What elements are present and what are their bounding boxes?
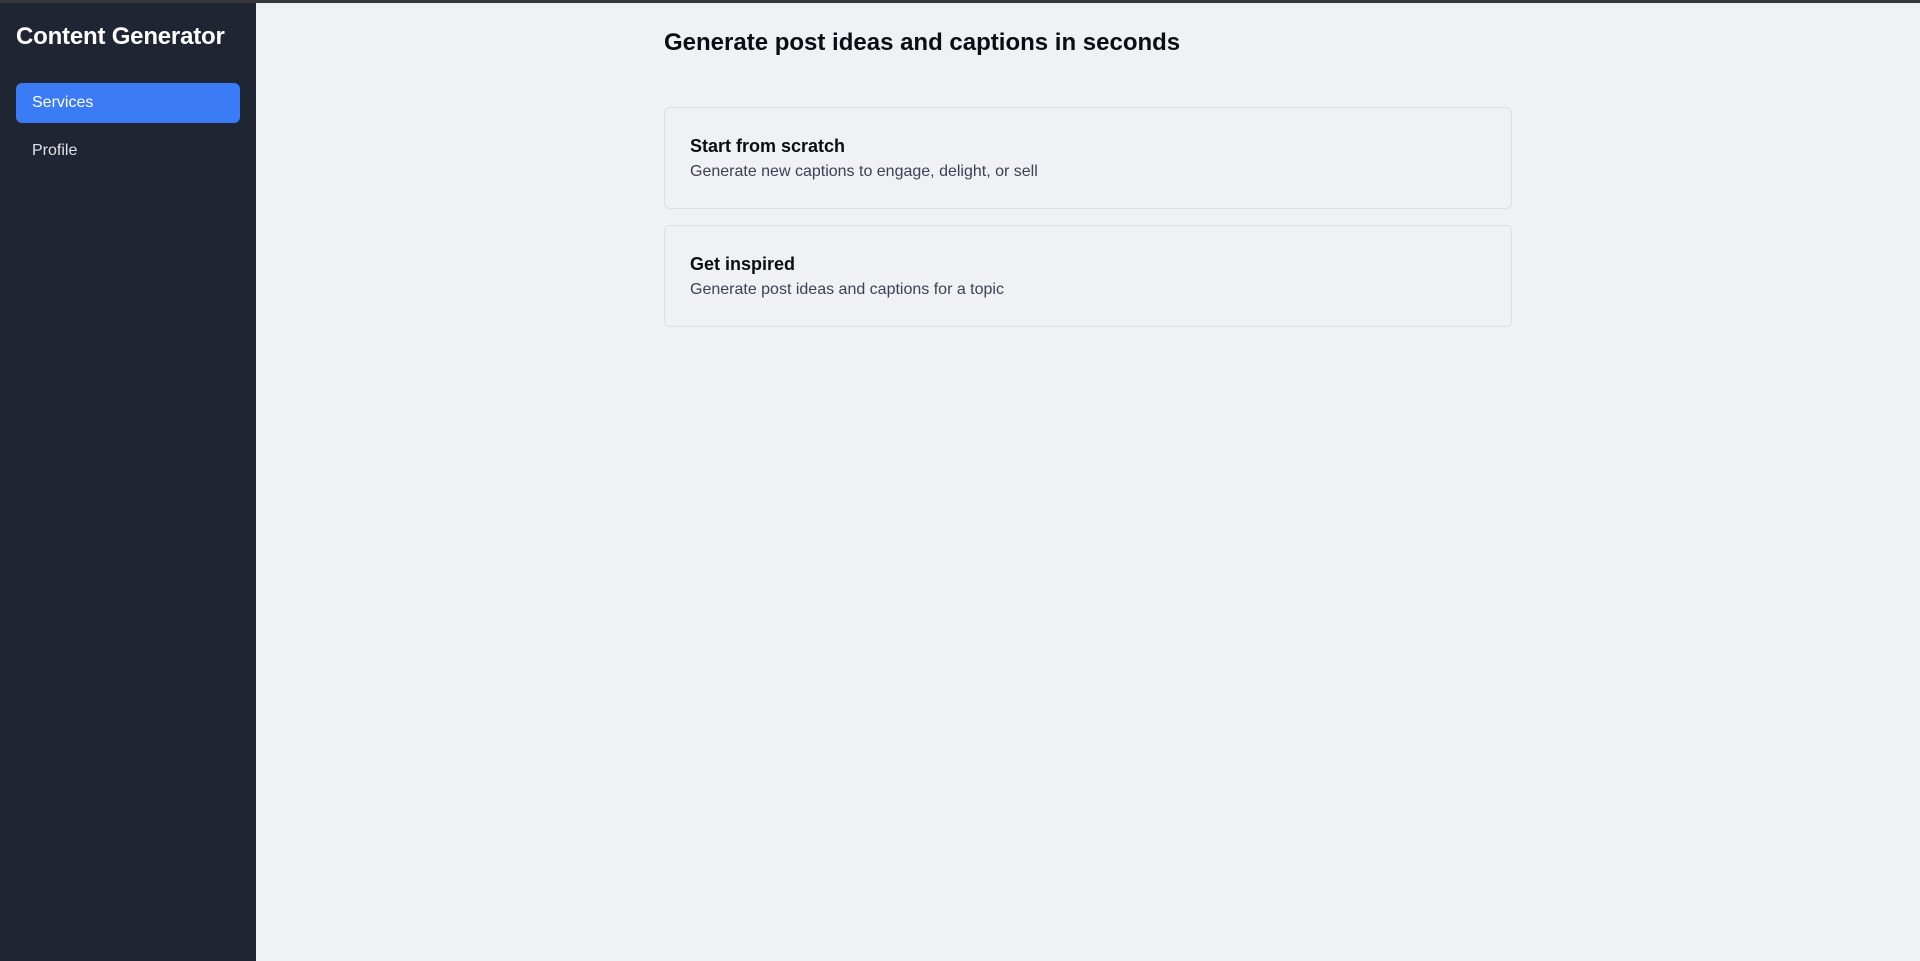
sidebar-nav: Services Profile	[16, 83, 240, 179]
sidebar-item-services[interactable]: Services	[16, 83, 240, 123]
card-get-inspired[interactable]: Get inspired Generate post ideas and cap…	[664, 225, 1512, 327]
sidebar-item-profile[interactable]: Profile	[16, 131, 240, 171]
main-content: Generate post ideas and captions in seco…	[256, 3, 1920, 961]
card-title: Start from scratch	[690, 136, 846, 156]
card-title: Get inspired	[690, 254, 796, 274]
card-start-from-scratch[interactable]: Start from scratch Generate new captions…	[664, 107, 1512, 209]
card-description: Generate new captions to engage, delight…	[690, 163, 1038, 180]
card-description: Generate post ideas and captions for a t…	[690, 281, 1004, 298]
sidebar: Content Generator Services Profile	[0, 3, 256, 961]
service-cards: Start from scratch Generate new captions…	[664, 107, 1512, 343]
app-brand: Content Generator	[16, 23, 225, 50]
page-title: Generate post ideas and captions in seco…	[664, 29, 1181, 56]
